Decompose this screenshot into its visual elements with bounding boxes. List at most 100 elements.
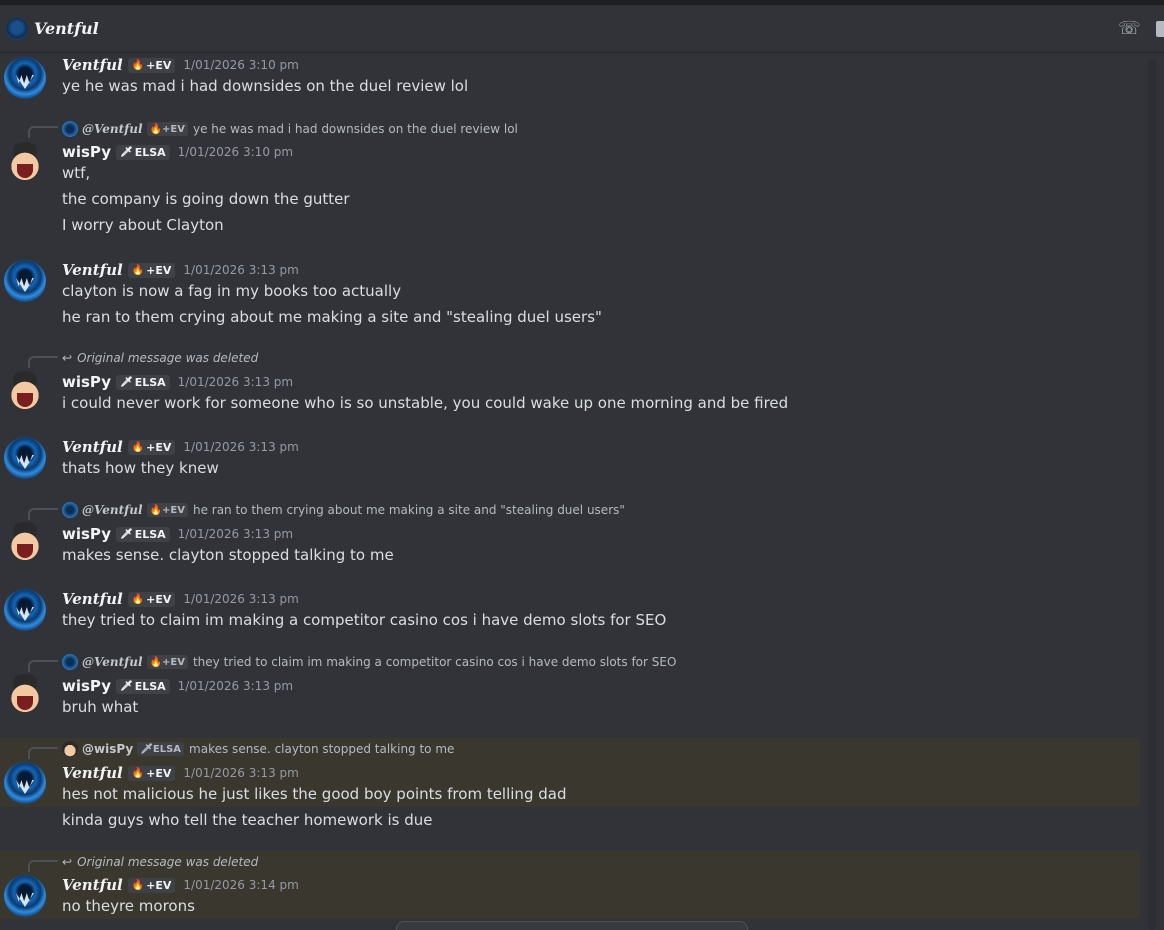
reply-role-tag-label: +EV	[162, 123, 185, 135]
message-header: Ventful 🔥 +EV 1/01/2026 3:13 pm	[62, 589, 299, 609]
message-line: makes sense. clayton stopped talking to …	[62, 546, 394, 564]
role-tag: 🗡 ELSA	[115, 526, 170, 542]
avatar[interactable]	[4, 437, 46, 479]
fire-icon: 🔥	[149, 504, 163, 516]
message-line: kinda guys who tell the teacher homework…	[62, 811, 433, 829]
reply-spine	[28, 747, 58, 759]
role-tag-label: ELSA	[134, 145, 166, 159]
username[interactable]: wisPy	[62, 373, 111, 391]
message: @Ventful 🔥 +EV he ran to them crying abou…	[0, 500, 1140, 572]
username[interactable]: Ventful	[62, 261, 123, 279]
sword-icon: 🗡	[119, 528, 133, 540]
username[interactable]: Ventful	[62, 590, 123, 608]
phone-call-icon[interactable]: ☏	[1118, 19, 1141, 39]
role-tag-label: +EV	[146, 58, 172, 72]
avatar[interactable]	[4, 57, 46, 99]
message-header: wisPy 🗡 ELSA 1/01/2026 3:13 pm	[62, 524, 293, 544]
reply-preview[interactable]: ↩ Original message was deleted	[62, 349, 258, 367]
reply-preview[interactable]: @Ventful 🔥 +EV he ran to them crying abou…	[62, 501, 625, 519]
role-tag: 🗡 ELSA	[115, 374, 170, 390]
message-line: I worry about Clayton	[62, 216, 224, 234]
username[interactable]: Ventful	[62, 764, 123, 782]
channel-header: Ventful ☏	[0, 0, 1164, 53]
avatar[interactable]	[4, 674, 46, 716]
reply-spine	[28, 660, 58, 672]
role-tag-label: ELSA	[134, 527, 166, 541]
role-tag: 🔥 +EV	[127, 765, 176, 781]
reply-role-tag-label: ELSA	[152, 743, 182, 755]
role-tag-label: +EV	[146, 440, 172, 454]
reply-role-tag-label: +EV	[162, 656, 185, 668]
reply-spine	[28, 356, 58, 368]
timestamp: 1/01/2026 3:13 pm	[177, 679, 294, 693]
new-messages-bar[interactable]	[396, 921, 748, 930]
message: Ventful 🔥 +EV 1/01/2026 3:10 pm ye he was…	[0, 53, 1140, 109]
role-tag-label: +EV	[146, 766, 172, 780]
reply-preview[interactable]: ↩ Original message was deleted	[62, 853, 258, 871]
timestamp: 1/01/2026 3:13 pm	[183, 766, 299, 780]
avatar[interactable]	[4, 875, 46, 917]
username[interactable]: wisPy	[62, 677, 111, 695]
reply-role-tag-label: +EV	[162, 504, 185, 516]
username[interactable]: wisPy	[62, 143, 111, 161]
fire-icon: 🔥	[131, 441, 145, 453]
reply-arrow-icon: ↩	[62, 351, 73, 365]
message-header: Ventful 🔥 +EV 1/01/2026 3:14 pm	[62, 875, 299, 895]
reply-username: @wisPy	[82, 742, 134, 756]
timestamp: 1/01/2026 3:13 pm	[183, 592, 299, 606]
message-line: thats how they knew	[62, 459, 219, 477]
reply-spine	[28, 126, 58, 138]
message-header: Ventful 🔥 +EV 1/01/2026 3:13 pm	[62, 437, 299, 457]
fire-icon: 🔥	[131, 593, 145, 605]
message: ↩ Original message was deleted wisPy 🗡 EL…	[0, 348, 1140, 420]
timestamp: 1/01/2026 3:13 pm	[183, 440, 299, 454]
message-header: wisPy 🗡 ELSA 1/01/2026 3:13 pm	[62, 372, 293, 392]
reply-avatar	[62, 121, 78, 137]
message-line: ye he was mad i had downsides on the due…	[62, 77, 469, 95]
username[interactable]: Ventful	[62, 438, 123, 456]
message-line: the company is going down the gutter	[62, 190, 350, 208]
username[interactable]: Ventful	[62, 56, 123, 74]
role-tag-label: ELSA	[134, 679, 166, 693]
reply-username: @Ventful	[82, 122, 143, 136]
timestamp: 1/01/2026 3:13 pm	[177, 375, 294, 389]
role-tag-label: +EV	[146, 263, 172, 277]
message-header: Ventful 🔥 +EV 1/01/2026 3:10 pm	[62, 55, 299, 75]
message: @Ventful 🔥 +EV ye he was mad i had downsi…	[0, 118, 1140, 243]
reply-role-tag: 🔥 +EV	[146, 503, 188, 517]
toolbar-overflow-icon[interactable]	[1156, 21, 1164, 37]
role-tag-label: +EV	[146, 592, 172, 606]
avatar[interactable]	[4, 762, 46, 804]
message: Ventful 🔥 +EV 1/01/2026 3:13 pm thats how…	[0, 436, 1140, 486]
timestamp: 1/01/2026 3:13 pm	[177, 527, 294, 541]
username[interactable]: wisPy	[62, 525, 111, 543]
role-tag: 🔥 +EV	[127, 439, 176, 455]
avatar[interactable]	[4, 589, 46, 631]
sword-icon: 🗡	[119, 376, 133, 388]
reply-preview[interactable]: @Ventful 🔥 +EV ye he was mad i had downsi…	[62, 120, 518, 138]
fire-icon: 🔥	[149, 656, 163, 668]
message: Ventful 🔥 +EV 1/01/2026 3:13 pm clayton i…	[0, 258, 1140, 334]
reply-text: they tried to claim im making a competit…	[192, 655, 677, 669]
avatar[interactable]	[4, 142, 46, 184]
avatar[interactable]	[4, 371, 46, 413]
message-line: i could never work for someone who is so…	[62, 394, 789, 412]
message-header: wisPy 🗡 ELSA 1/01/2026 3:10 pm	[62, 142, 293, 162]
message-highlighted: @wisPy 🗡 ELSA makes sense. clayton stoppe…	[0, 738, 1140, 807]
fire-icon: 🔥	[149, 123, 163, 135]
reply-preview[interactable]: @wisPy 🗡 ELSA makes sense. clayton stoppe…	[62, 740, 454, 758]
avatar[interactable]	[4, 522, 46, 564]
avatar[interactable]	[4, 260, 46, 302]
message: @Ventful 🔥 +EV they tried to claim im mak…	[0, 652, 1140, 724]
reply-text: he ran to them crying about me making a …	[192, 503, 625, 517]
role-tag: 🔥 +EV	[127, 877, 176, 893]
scrollbar[interactable]	[1148, 60, 1156, 930]
reply-preview[interactable]: @Ventful 🔥 +EV they tried to claim im mak…	[62, 653, 676, 671]
message-line: he ran to them crying about me making a …	[62, 308, 602, 326]
username[interactable]: Ventful	[62, 876, 123, 894]
message-header: Ventful 🔥 +EV 1/01/2026 3:13 pm	[62, 763, 299, 783]
reply-arrow-icon: ↩	[62, 855, 73, 869]
reply-avatar	[62, 502, 78, 518]
message-line: no theyre morons	[62, 897, 195, 915]
reply-role-tag: 🗡 ELSA	[137, 742, 185, 756]
